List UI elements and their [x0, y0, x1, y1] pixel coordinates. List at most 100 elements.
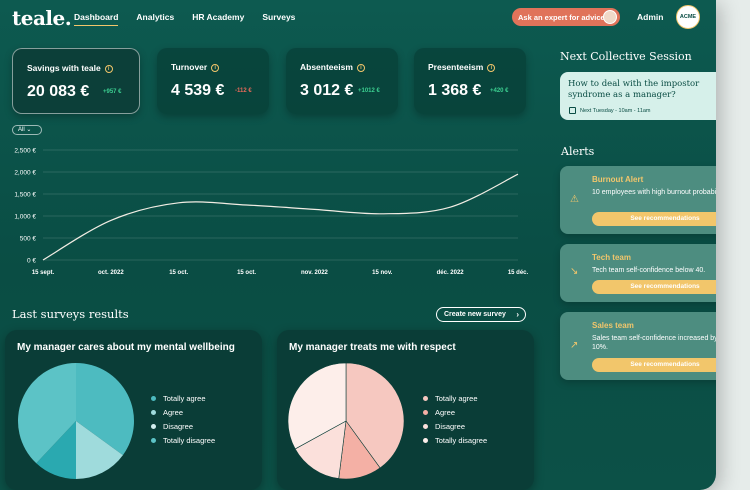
session-card[interactable]: How to deal with the impostor syndrome a… — [560, 72, 716, 120]
survey-pie-chart — [287, 362, 405, 480]
info-icon[interactable]: i — [211, 63, 220, 72]
kpi-label: Turnover — [171, 62, 208, 72]
alerts-title: Alerts — [561, 145, 595, 158]
teale-logo[interactable]: teale. — [12, 6, 72, 30]
survey-legend: Totally agree Agree Disagree Totally dis… — [151, 394, 215, 450]
x-tick-label: 15 nov. — [372, 270, 393, 276]
dashboard-app: teale. Dashboard Analytics HR Academy Su… — [0, 0, 716, 490]
expert-avatar-icon — [603, 10, 617, 24]
alert-card-sales: ↗ Sales team Sales team self-confidence … — [560, 312, 716, 380]
survey-pie-chart — [18, 363, 134, 479]
x-tick-label: oct. 2022 — [98, 270, 124, 276]
kpi-delta: +957 € — [103, 89, 122, 95]
legend-dot-icon — [151, 410, 156, 415]
ask-expert-button[interactable]: Ask an expert for advice — [512, 8, 620, 26]
main-nav: Dashboard Analytics HR Academy Surveys — [74, 12, 295, 26]
kpi-value: 1 368 € — [428, 82, 482, 99]
legend-dot-icon — [151, 396, 156, 401]
x-tick-label: nov. 2022 — [301, 270, 329, 276]
calendar-icon — [569, 107, 576, 114]
y-tick-label: 1,000 € — [14, 214, 36, 221]
legend-item: Agree — [151, 408, 215, 417]
filter-value: All — [18, 127, 25, 133]
see-recommendations-button[interactable]: See recommendations — [592, 358, 716, 372]
y-tick-label: 2,000 € — [14, 170, 36, 177]
create-survey-label: Create new survey — [444, 311, 506, 318]
info-icon[interactable]: i — [104, 64, 113, 73]
alert-title: Tech team — [592, 253, 631, 262]
alert-description: 10 employees with high burnout probabili… — [592, 189, 716, 196]
alert-card-tech: ↘ Tech team Tech team self-confidence be… — [560, 244, 716, 302]
kpi-value: 3 012 € — [300, 82, 354, 99]
kpi-delta: +1012 € — [358, 88, 380, 94]
survey-title: My manager cares about my mental wellbei… — [17, 342, 235, 353]
kpi-card-turnover[interactable]: Turnover i 4 539 € -112 € — [157, 48, 269, 114]
warning-icon: ⚠ — [570, 194, 579, 205]
arrow-down-right-icon: ↘ — [570, 266, 579, 277]
admin-menu[interactable]: Admin — [637, 12, 663, 22]
survey-legend: Totally agree Agree Disagree Totally dis… — [423, 394, 487, 450]
legend-item: Totally disagree — [423, 436, 487, 445]
x-tick-label: 15 oct. — [169, 270, 188, 276]
kpi-delta: -112 € — [235, 88, 252, 94]
nav-hr-academy[interactable]: HR Academy — [192, 12, 244, 26]
legend-item: Agree — [423, 408, 487, 417]
alert-description: Tech team self-confidence below 40. — [592, 267, 706, 274]
legend-item: Totally agree — [423, 394, 487, 403]
survey-title: My manager treats me with respect — [289, 342, 456, 353]
period-filter-select[interactable]: All ⌄ — [12, 125, 42, 135]
kpi-label: Savings with teale — [27, 63, 101, 73]
kpi-card-savings[interactable]: Savings with teale i 20 083 € +957 € — [12, 48, 140, 114]
x-tick-label: déc. 2022 — [437, 270, 465, 276]
x-tick-label: 15 oct. — [237, 270, 256, 276]
x-tick-label: 15 déc. — [508, 270, 529, 276]
alert-title: Sales team — [592, 321, 634, 330]
surveys-section-title: Last surveys results — [12, 307, 129, 321]
legend-dot-icon — [151, 424, 156, 429]
kpi-value: 20 083 € — [27, 83, 90, 100]
see-recommendations-button[interactable]: See recommendations — [592, 280, 716, 294]
alert-title: Burnout Alert — [592, 175, 644, 184]
see-recommendations-button[interactable]: See recommendations — [592, 212, 716, 226]
x-tick-label: 15 sept. — [32, 270, 55, 276]
series-line — [42, 173, 519, 261]
company-logo[interactable]: ACME — [676, 5, 700, 29]
legend-dot-icon — [423, 396, 428, 401]
session-time: Next Tuesday - 10am - 11am — [580, 108, 651, 114]
info-icon[interactable]: i — [356, 63, 365, 72]
kpi-card-absenteeism[interactable]: Absenteeism i 3 012 € +1012 € — [286, 48, 398, 114]
ask-expert-label: Ask an expert for advice — [518, 12, 605, 22]
savings-line-chart: 2,500 € 2,000 € 1,500 € 1,000 € 500 € 0 € 15 s… — [14, 148, 529, 277]
kpi-value: 4 539 € — [171, 82, 225, 99]
y-tick-label: 0 € — [27, 258, 36, 265]
kpi-label: Absenteeism — [300, 62, 353, 72]
legend-item: Disagree — [423, 422, 487, 431]
session-question: How to deal with the impostor syndrome a… — [568, 79, 700, 100]
kpi-delta: +420 € — [490, 88, 509, 94]
y-tick-label: 2,500 € — [14, 148, 36, 155]
create-survey-button[interactable]: Create new survey › — [436, 307, 526, 322]
legend-dot-icon — [423, 424, 428, 429]
legend-dot-icon — [423, 410, 428, 415]
background-edge — [716, 0, 750, 490]
arrow-up-right-icon: ↗ — [570, 340, 579, 351]
alert-description: Sales team self-confidence increased by … — [592, 335, 716, 351]
nav-dashboard[interactable]: Dashboard — [74, 12, 119, 26]
kpi-card-presenteeism[interactable]: Presenteeism i 1 368 € +420 € — [414, 48, 526, 114]
alert-card-burnout: ⚠ Burnout Alert 10 employees with high b… — [560, 166, 716, 234]
info-icon[interactable]: i — [487, 63, 496, 72]
chevron-right-icon: › — [516, 310, 519, 319]
legend-item: Totally disagree — [151, 436, 215, 445]
nav-surveys[interactable]: Surveys — [262, 12, 295, 26]
survey-card-respect[interactable]: My manager treats me with respect Totall… — [277, 330, 534, 490]
y-tick-label: 1,500 € — [14, 192, 36, 199]
legend-item: Disagree — [151, 422, 215, 431]
survey-card-wellbeing[interactable]: My manager cares about my mental wellbei… — [5, 330, 262, 490]
next-session-title: Next Collective Session — [560, 50, 692, 63]
kpi-label: Presenteeism — [428, 62, 484, 72]
legend-dot-icon — [151, 438, 156, 443]
nav-analytics[interactable]: Analytics — [136, 12, 174, 26]
y-tick-label: 500 € — [20, 236, 37, 243]
chevron-down-icon: ⌄ — [26, 127, 32, 133]
legend-item: Totally agree — [151, 394, 215, 403]
